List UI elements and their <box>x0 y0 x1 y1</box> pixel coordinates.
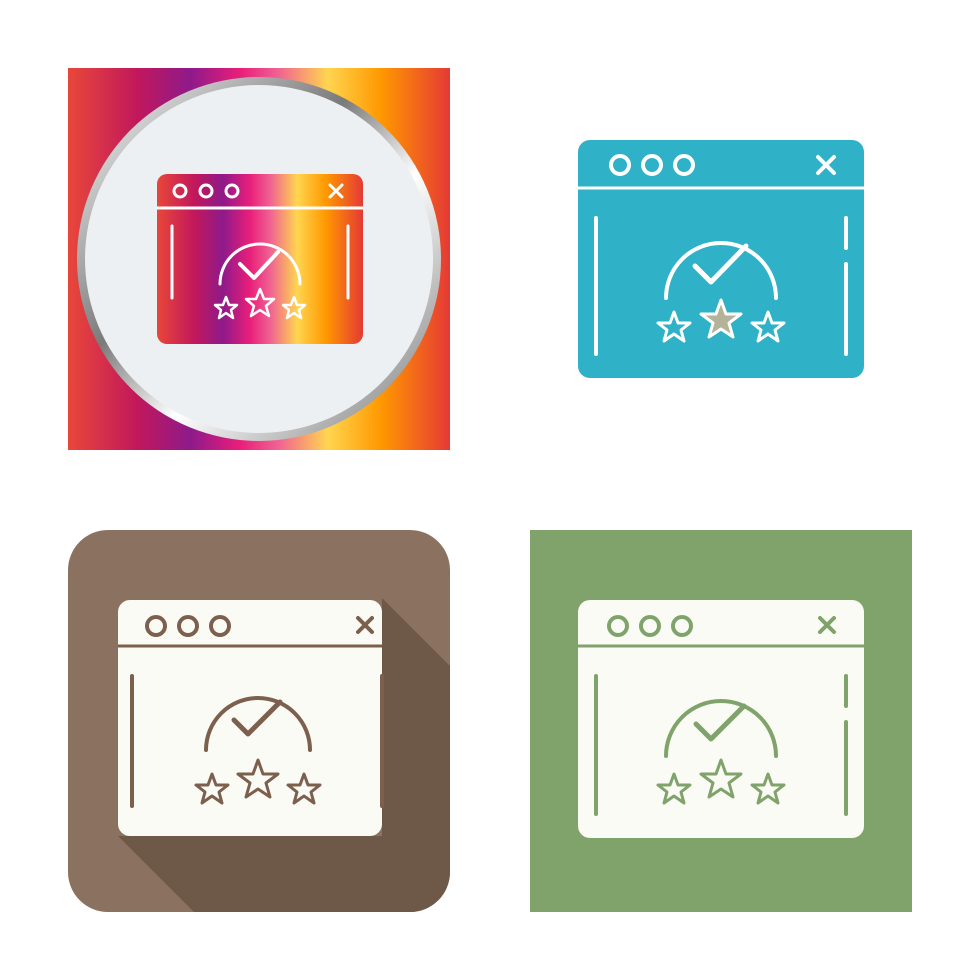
browser-window-icon <box>578 600 864 838</box>
rated-website-long-shadow-tile <box>68 530 450 912</box>
browser-window-icon <box>157 174 363 344</box>
rated-website-long-shadow-icon <box>68 530 450 912</box>
rated-website-gradient-icon <box>68 68 450 450</box>
rated-website-square-icon <box>530 530 912 912</box>
window-body <box>157 174 363 344</box>
browser-window-icon <box>118 600 384 836</box>
rated-website-flat-icon <box>578 140 864 378</box>
rated-website-square-tile <box>530 530 912 912</box>
rated-website-gradient-tile <box>68 68 450 450</box>
rated-website-flat-tile <box>578 140 864 378</box>
